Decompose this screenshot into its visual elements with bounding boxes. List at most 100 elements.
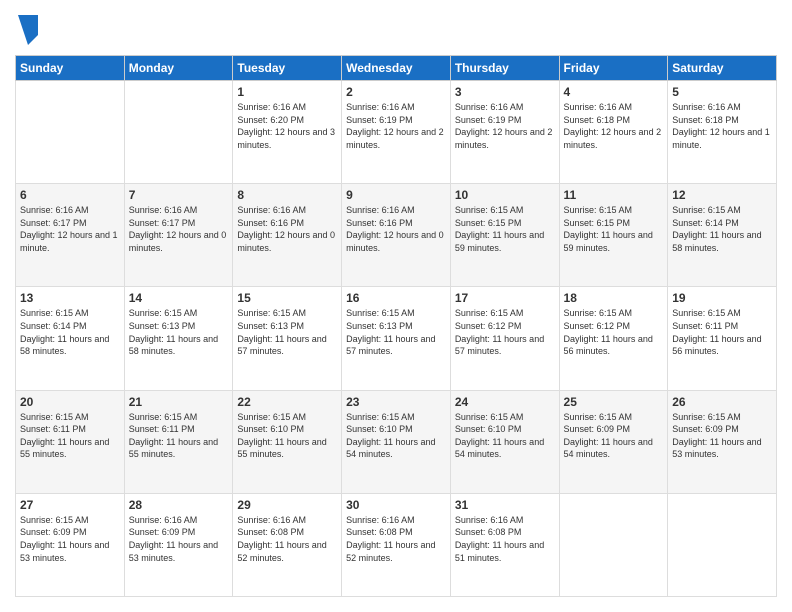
day-info: Sunrise: 6:15 AM Sunset: 6:12 PM Dayligh… — [455, 307, 555, 357]
day-info: Sunrise: 6:15 AM Sunset: 6:15 PM Dayligh… — [455, 204, 555, 254]
day-number: 3 — [455, 85, 555, 99]
day-number: 13 — [20, 291, 120, 305]
calendar-week-3: 20Sunrise: 6:15 AM Sunset: 6:11 PM Dayli… — [16, 390, 777, 493]
calendar-cell: 8 Sunrise: 6:16 AM Sunset: 6:16 PM Daylig… — [233, 184, 342, 287]
calendar-cell: 23 Sunrise: 6:15 AM Sunset: 6:10 PM Dayli… — [342, 390, 451, 493]
calendar-cell: 11Sunrise: 6:15 AM Sunset: 6:15 PM Dayli… — [559, 184, 668, 287]
calendar-cell: 27 Sunrise: 6:15 AM Sunset: 6:09 PM Dayli… — [16, 493, 125, 596]
day-number: 15 — [237, 291, 337, 305]
calendar-week-0: 1 Sunrise: 6:16 AM Sunset: 6:20 PM Daylig… — [16, 81, 777, 184]
day-info: Sunrise: 6:15 AM Sunset: 6:10 PM Dayligh… — [237, 411, 337, 461]
day-header-sunday: Sunday — [16, 56, 125, 81]
day-info: Sunrise: 6:15 AM Sunset: 6:09 PM Dayligh… — [672, 411, 772, 461]
calendar-cell — [16, 81, 125, 184]
calendar-cell: 30Sunrise: 6:16 AM Sunset: 6:08 PM Dayli… — [342, 493, 451, 596]
calendar-cell: 28 Sunrise: 6:16 AM Sunset: 6:09 PM Dayli… — [124, 493, 233, 596]
day-number: 4 — [564, 85, 664, 99]
day-header-tuesday: Tuesday — [233, 56, 342, 81]
day-info: Sunrise: 6:16 AM Sunset: 6:17 PM Dayligh… — [20, 204, 120, 254]
day-number: 5 — [672, 85, 772, 99]
day-header-saturday: Saturday — [668, 56, 777, 81]
day-number: 31 — [455, 498, 555, 512]
calendar-table: SundayMondayTuesdayWednesdayThursdayFrid… — [15, 55, 777, 597]
calendar-cell: 22 Sunrise: 6:15 AM Sunset: 6:10 PM Dayli… — [233, 390, 342, 493]
calendar-cell: 9Sunrise: 6:16 AM Sunset: 6:16 PM Daylig… — [342, 184, 451, 287]
day-number: 19 — [672, 291, 772, 305]
day-number: 23 — [346, 395, 446, 409]
day-number: 6 — [20, 188, 120, 202]
calendar-cell: 31 Sunrise: 6:16 AM Sunset: 6:08 PM Dayli… — [450, 493, 559, 596]
day-info: Sunrise: 6:16 AM Sunset: 6:18 PM Dayligh… — [672, 101, 772, 151]
day-info: Sunrise: 6:15 AM Sunset: 6:13 PM Dayligh… — [346, 307, 446, 357]
calendar-cell — [559, 493, 668, 596]
day-info: Sunrise: 6:16 AM Sunset: 6:19 PM Dayligh… — [346, 101, 446, 151]
day-number: 18 — [564, 291, 664, 305]
calendar-cell: 3 Sunrise: 6:16 AM Sunset: 6:19 PM Daylig… — [450, 81, 559, 184]
calendar-week-4: 27 Sunrise: 6:15 AM Sunset: 6:09 PM Dayli… — [16, 493, 777, 596]
calendar-cell: 20Sunrise: 6:15 AM Sunset: 6:11 PM Dayli… — [16, 390, 125, 493]
day-info: Sunrise: 6:16 AM Sunset: 6:20 PM Dayligh… — [237, 101, 337, 151]
day-number: 21 — [129, 395, 229, 409]
calendar-cell: 15 Sunrise: 6:15 AM Sunset: 6:13 PM Dayli… — [233, 287, 342, 390]
day-info: Sunrise: 6:15 AM Sunset: 6:11 PM Dayligh… — [129, 411, 229, 461]
day-info: Sunrise: 6:16 AM Sunset: 6:18 PM Dayligh… — [564, 101, 664, 151]
calendar-week-2: 13 Sunrise: 6:15 AM Sunset: 6:14 PM Dayli… — [16, 287, 777, 390]
day-info: Sunrise: 6:15 AM Sunset: 6:14 PM Dayligh… — [20, 307, 120, 357]
day-number: 14 — [129, 291, 229, 305]
day-info: Sunrise: 6:15 AM Sunset: 6:09 PM Dayligh… — [20, 514, 120, 564]
day-info: Sunrise: 6:15 AM Sunset: 6:11 PM Dayligh… — [672, 307, 772, 357]
day-number: 29 — [237, 498, 337, 512]
calendar-cell: 24 Sunrise: 6:15 AM Sunset: 6:10 PM Dayli… — [450, 390, 559, 493]
calendar-cell: 21 Sunrise: 6:15 AM Sunset: 6:11 PM Dayli… — [124, 390, 233, 493]
day-number: 17 — [455, 291, 555, 305]
day-info: Sunrise: 6:15 AM Sunset: 6:10 PM Dayligh… — [455, 411, 555, 461]
day-number: 8 — [237, 188, 337, 202]
day-info: Sunrise: 6:15 AM Sunset: 6:12 PM Dayligh… — [564, 307, 664, 357]
day-info: Sunrise: 6:16 AM Sunset: 6:08 PM Dayligh… — [237, 514, 337, 564]
day-info: Sunrise: 6:15 AM Sunset: 6:14 PM Dayligh… — [672, 204, 772, 254]
calendar-week-1: 6 Sunrise: 6:16 AM Sunset: 6:17 PM Daylig… — [16, 184, 777, 287]
calendar-cell: 14Sunrise: 6:15 AM Sunset: 6:13 PM Dayli… — [124, 287, 233, 390]
calendar-cell — [124, 81, 233, 184]
logo — [15, 15, 38, 45]
day-info: Sunrise: 6:15 AM Sunset: 6:13 PM Dayligh… — [237, 307, 337, 357]
day-number: 22 — [237, 395, 337, 409]
day-number: 28 — [129, 498, 229, 512]
calendar-cell: 4 Sunrise: 6:16 AM Sunset: 6:18 PM Daylig… — [559, 81, 668, 184]
day-info: Sunrise: 6:15 AM Sunset: 6:10 PM Dayligh… — [346, 411, 446, 461]
calendar-cell: 2 Sunrise: 6:16 AM Sunset: 6:19 PM Daylig… — [342, 81, 451, 184]
day-number: 7 — [129, 188, 229, 202]
day-info: Sunrise: 6:16 AM Sunset: 6:19 PM Dayligh… — [455, 101, 555, 151]
day-header-wednesday: Wednesday — [342, 56, 451, 81]
day-number: 1 — [237, 85, 337, 99]
page: SundayMondayTuesdayWednesdayThursdayFrid… — [0, 0, 792, 612]
calendar-cell: 18 Sunrise: 6:15 AM Sunset: 6:12 PM Dayli… — [559, 287, 668, 390]
day-number: 25 — [564, 395, 664, 409]
calendar-cell: 19 Sunrise: 6:15 AM Sunset: 6:11 PM Dayli… — [668, 287, 777, 390]
day-info: Sunrise: 6:15 AM Sunset: 6:09 PM Dayligh… — [564, 411, 664, 461]
day-info: Sunrise: 6:16 AM Sunset: 6:08 PM Dayligh… — [455, 514, 555, 564]
calendar-cell: 10Sunrise: 6:15 AM Sunset: 6:15 PM Dayli… — [450, 184, 559, 287]
calendar-cell: 17 Sunrise: 6:15 AM Sunset: 6:12 PM Dayli… — [450, 287, 559, 390]
day-info: Sunrise: 6:16 AM Sunset: 6:09 PM Dayligh… — [129, 514, 229, 564]
day-info: Sunrise: 6:16 AM Sunset: 6:16 PM Dayligh… — [237, 204, 337, 254]
calendar-cell: 12 Sunrise: 6:15 AM Sunset: 6:14 PM Dayli… — [668, 184, 777, 287]
day-number: 27 — [20, 498, 120, 512]
day-info: Sunrise: 6:16 AM Sunset: 6:17 PM Dayligh… — [129, 204, 229, 254]
day-header-monday: Monday — [124, 56, 233, 81]
day-number: 2 — [346, 85, 446, 99]
calendar-cell: 29 Sunrise: 6:16 AM Sunset: 6:08 PM Dayli… — [233, 493, 342, 596]
calendar-cell: 5 Sunrise: 6:16 AM Sunset: 6:18 PM Daylig… — [668, 81, 777, 184]
day-info: Sunrise: 6:15 AM Sunset: 6:11 PM Dayligh… — [20, 411, 120, 461]
day-number: 16 — [346, 291, 446, 305]
day-info: Sunrise: 6:16 AM Sunset: 6:16 PM Dayligh… — [346, 204, 446, 254]
day-number: 24 — [455, 395, 555, 409]
calendar-cell: 13 Sunrise: 6:15 AM Sunset: 6:14 PM Dayli… — [16, 287, 125, 390]
day-info: Sunrise: 6:15 AM Sunset: 6:15 PM Dayligh… — [564, 204, 664, 254]
calendar-cell: 26Sunrise: 6:15 AM Sunset: 6:09 PM Dayli… — [668, 390, 777, 493]
header — [15, 15, 777, 45]
calendar-cell: 25 Sunrise: 6:15 AM Sunset: 6:09 PM Dayli… — [559, 390, 668, 493]
day-header-thursday: Thursday — [450, 56, 559, 81]
calendar-cell: 7 Sunrise: 6:16 AM Sunset: 6:17 PM Daylig… — [124, 184, 233, 287]
day-number: 12 — [672, 188, 772, 202]
